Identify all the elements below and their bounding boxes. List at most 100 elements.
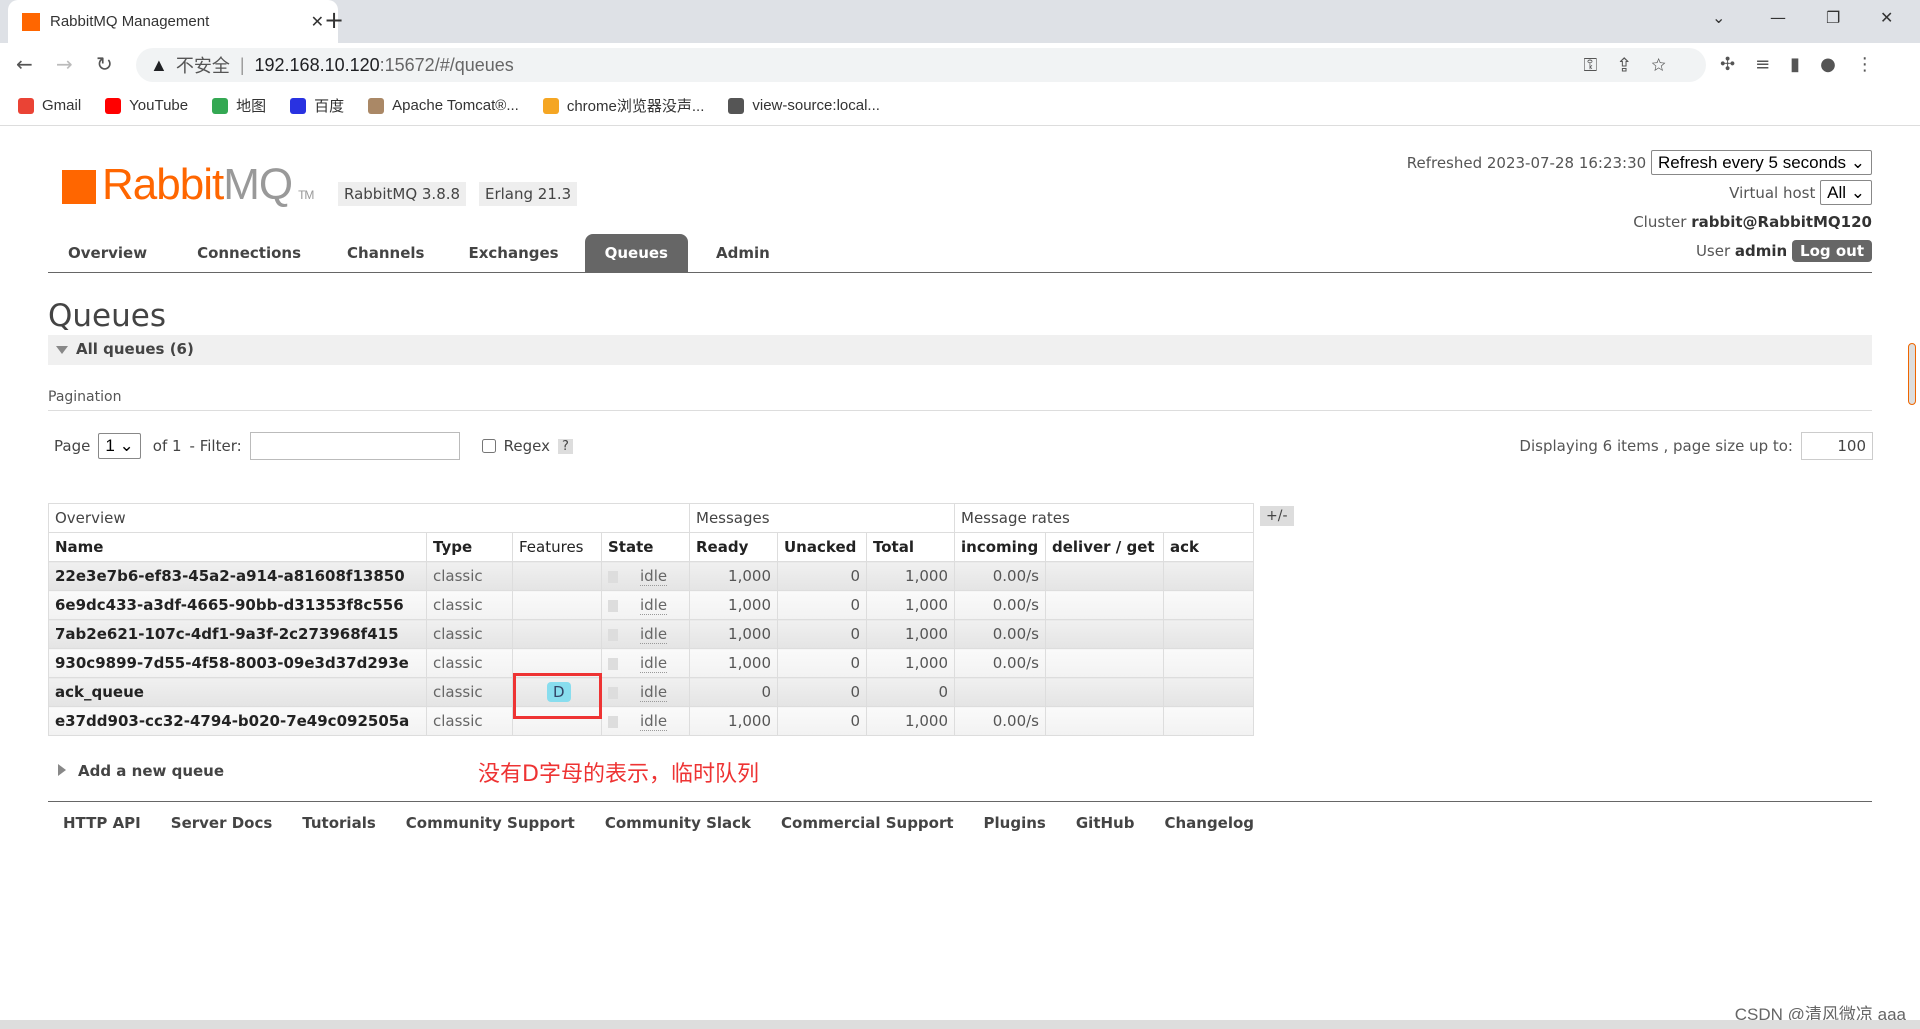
all-queues-toggle[interactable]: All queues (6) [48,335,1872,365]
vhost-select[interactable]: All ⌄ [1820,180,1872,205]
add-queue-toggle[interactable]: Add a new queue [58,762,224,780]
tab-channels[interactable]: Channels [327,234,444,272]
regex-help-button[interactable]: ? [558,438,573,454]
table-row: 930c9899-7d55-4f58-8003-09e3d37d293e clas… [48,648,1254,678]
page-size-input[interactable]: 100 [1801,432,1873,460]
tab-admin[interactable]: Admin [696,234,790,272]
tab-queues[interactable]: Queues [584,234,688,272]
vhost-label: Virtual host [1729,184,1816,202]
queue-metric [1163,619,1254,649]
queue-name-link[interactable]: 930c9899-7d55-4f58-8003-09e3d37d293e [48,648,427,678]
group-messages: Messages [689,503,955,533]
bookmark-label: Apache Tomcat®... [392,97,519,114]
state-label[interactable]: idle [640,683,668,702]
filter-input[interactable] [249,432,460,460]
close-window-icon[interactable]: ✕ [1880,8,1893,27]
column-header[interactable]: deliver / get [1045,532,1164,562]
refresh-select[interactable]: Refresh every 5 seconds ⌄ [1650,150,1872,175]
page-select[interactable]: 1 ⌄ [98,433,141,459]
footer-link[interactable]: Tutorials [302,814,375,832]
state-label[interactable]: idle [640,712,668,731]
queue-metric [1045,677,1164,707]
queue-metric: 0.00/s [954,561,1046,591]
state-icon [608,628,618,641]
column-header[interactable]: Name [48,532,427,562]
extension-icons[interactable]: ✣≡▮●⋮ [1720,54,1894,75]
regex-checkbox[interactable] [481,439,496,453]
footer-link[interactable]: HTTP API [63,814,141,832]
new-tab-icon[interactable]: + [324,6,344,34]
footer-link[interactable]: Commercial Support [781,814,954,832]
bookmark-item[interactable]: view-source:local... [728,97,880,114]
bookmark-item[interactable]: Apache Tomcat®... [368,97,519,114]
queue-metric [1045,648,1164,678]
footer-link[interactable]: Server Docs [171,814,273,832]
queue-name-link[interactable]: 22e3e7b6-ef83-45a2-a914-a81608f13850 [48,561,427,591]
state-icon [608,657,618,670]
state-icon [608,599,618,612]
group-message-rates: Message rates [954,503,1254,533]
forward-icon[interactable]: → [56,52,73,76]
address-bar[interactable]: ▲ 不安全 | 192.168.10.120:15672/#/queues ⚿⇪… [136,48,1706,82]
url-path: :15672/#/queues [379,54,514,75]
queue-metric: 0 [777,706,867,736]
queue-metric: 0 [777,677,867,707]
tab-exchanges[interactable]: Exchanges [448,234,578,272]
displaying-label: Displaying 6 items , page size up to: [1519,437,1793,455]
bookmark-item[interactable]: Gmail [18,97,81,114]
column-header[interactable]: incoming [954,532,1046,562]
column-header[interactable]: Unacked [777,532,867,562]
state-label[interactable]: idle [640,625,668,644]
bookmark-icon [368,97,385,114]
annotation-box [513,673,602,719]
bookmark-item[interactable]: YouTube [105,97,188,114]
column-header[interactable]: Total [866,532,955,562]
state-label[interactable]: idle [640,596,668,615]
back-icon[interactable]: ← [16,52,33,76]
queue-name-link[interactable]: e37dd903-cc32-4794-b020-7e49c092505a [48,706,427,736]
queue-name-link[interactable]: ack_queue [48,677,427,707]
queue-name-link[interactable]: 6e9dc433-a3df-4665-90bb-d31353f8c556 [48,590,427,620]
tab-overview[interactable]: Overview [48,234,167,272]
footer-link[interactable]: Changelog [1164,814,1254,832]
queue-type: classic [426,706,513,736]
column-header[interactable]: Ready [689,532,778,562]
column-header[interactable]: Features [512,532,602,562]
column-header[interactable]: ack [1163,532,1254,562]
bookmark-item[interactable]: 地图 [212,95,266,116]
scrollbar-thumb[interactable] [1908,343,1916,405]
bookmark-item[interactable]: chrome浏览器没声... [542,95,704,116]
tab-search-icon[interactable]: ⌄ [1712,8,1725,27]
queue-metric: 1,000 [866,648,955,678]
queue-metric [1163,648,1254,678]
tab-connections[interactable]: Connections [177,234,321,272]
column-header[interactable]: Type [426,532,513,562]
minimize-icon[interactable]: — [1770,8,1786,27]
state-label[interactable]: idle [640,654,668,673]
reload-icon[interactable]: ↻ [96,52,113,76]
column-toggle-button[interactable]: +/- [1260,506,1294,526]
browser-tab[interactable]: RabbitMQ Management ✕ [8,0,338,43]
queue-metric: 1,000 [689,648,778,678]
cluster-name: rabbit@RabbitMQ120 [1691,213,1872,231]
footer-link[interactable]: Community Support [406,814,575,832]
omnibox-icons[interactable]: ⚿⇪☆ [1583,55,1688,76]
pagination-row: Page 1 ⌄ of 1 - Filter: Regex ? [54,432,573,460]
state-label[interactable]: idle [640,567,668,586]
filter-label: - Filter: [189,437,242,455]
bookmark-item[interactable]: 百度 [290,95,344,116]
queue-name-link[interactable]: 7ab2e621-107c-4df1-9a3f-2c273968f415 [48,619,427,649]
column-header[interactable]: State [601,532,690,562]
queues-table: Overview Messages Message rates Name Type… [48,503,1254,736]
cluster-label: Cluster [1633,213,1687,231]
rabbitmq-logo[interactable]: Rabbit MQ TM [62,160,314,210]
close-tab-icon[interactable]: ✕ [311,12,324,32]
queue-features [512,619,602,649]
restore-icon[interactable]: ❐ [1826,8,1840,27]
footer-link[interactable]: Community Slack [605,814,751,832]
footer-link[interactable]: GitHub [1076,814,1135,832]
queue-state: idle [601,619,690,649]
queue-state: idle [601,677,690,707]
footer-link[interactable]: Plugins [984,814,1046,832]
bookmark-label: 百度 [314,98,345,115]
